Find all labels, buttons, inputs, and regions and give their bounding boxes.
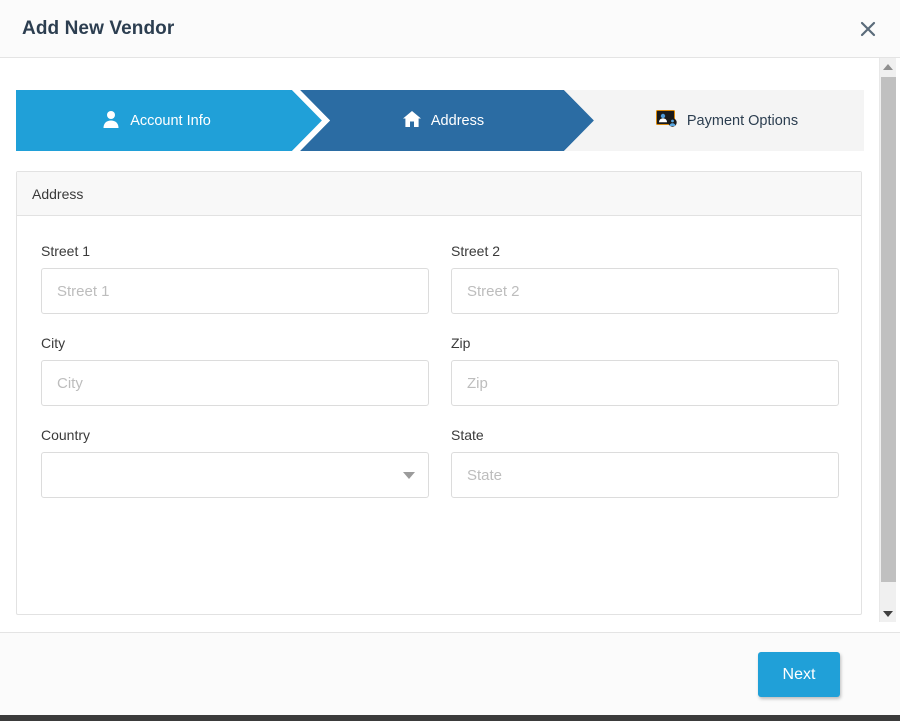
wizard-step-label: Address — [430, 112, 485, 129]
panel-header: Address — [17, 172, 861, 216]
field-street1: Street 1 — [41, 243, 451, 314]
user-icon — [101, 109, 121, 133]
wizard-step-label: Payment Options — [686, 112, 799, 129]
field-label-state: State — [451, 427, 484, 443]
close-button[interactable] — [836, 0, 900, 57]
chevron-up-icon — [883, 63, 893, 70]
chevron-down-icon — [883, 610, 893, 617]
field-label-city: City — [41, 335, 66, 351]
bottom-bar — [0, 715, 900, 721]
dialog-footer: Next — [0, 632, 900, 715]
wizard-steps: Account Info Address Payment Options — [16, 90, 864, 151]
field-label-street2: Street 2 — [451, 243, 501, 259]
wizard-step-label: Account Info — [130, 112, 211, 129]
payment-card-icon — [655, 109, 678, 132]
field-country: Country — [41, 427, 451, 498]
city-input[interactable] — [41, 360, 429, 406]
wizard-step-account-info[interactable]: Account Info — [16, 90, 322, 151]
scroll-up-button[interactable] — [880, 58, 896, 75]
vertical-scrollbar[interactable] — [879, 58, 896, 622]
close-icon — [859, 20, 877, 38]
address-form: Street 1 Street 2 City Zip — [41, 243, 839, 519]
field-city: City — [41, 335, 451, 406]
field-zip: Zip — [451, 335, 839, 406]
home-icon — [402, 109, 422, 133]
dialog-body: Account Info Address Payment Options Add… — [0, 58, 900, 627]
wizard-step-address[interactable]: Address — [300, 90, 594, 151]
field-label-street1: Street 1 — [41, 243, 91, 259]
next-button[interactable]: Next — [758, 652, 840, 697]
page-title: Add New Vendor — [22, 18, 175, 39]
country-select[interactable] — [41, 452, 429, 498]
wizard-step-payment-options[interactable]: Payment Options — [572, 90, 864, 151]
field-state: State — [451, 427, 839, 498]
state-input[interactable] — [451, 452, 839, 498]
field-label-zip: Zip — [451, 335, 471, 351]
field-label-country: Country — [41, 427, 91, 443]
street2-input[interactable] — [451, 268, 839, 314]
panel-body: Street 1 Street 2 City Zip — [17, 217, 861, 519]
country-select-wrapper — [41, 452, 429, 498]
zip-input[interactable] — [451, 360, 839, 406]
street1-input[interactable] — [41, 268, 429, 314]
address-panel: Address Street 1 Street 2 City — [16, 171, 862, 615]
add-vendor-dialog: Add New Vendor Account Info Address Paym… — [0, 0, 900, 721]
field-street2: Street 2 — [451, 243, 839, 314]
scrollbar-thumb[interactable] — [881, 77, 896, 582]
dialog-titlebar: Add New Vendor — [0, 0, 900, 58]
scroll-down-button[interactable] — [880, 605, 896, 622]
panel-header-title: Address — [32, 185, 84, 202]
